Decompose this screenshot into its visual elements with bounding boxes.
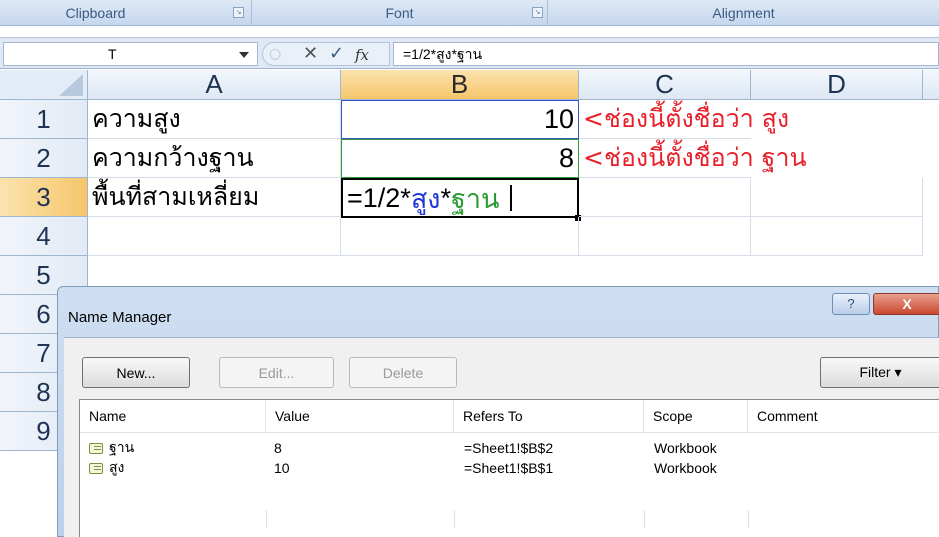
column-header-scope[interactable]: Scope (644, 400, 748, 432)
enter-entry-icon[interactable]: ✓ (329, 44, 344, 64)
column-header-value[interactable]: Value (266, 400, 454, 432)
cell-c4[interactable] (579, 217, 751, 256)
formula-bar-buttons: ○ ✕ ✓ fx (262, 42, 390, 66)
formula-operator: * (440, 182, 451, 213)
cancel-entry-icon[interactable]: ✕ (303, 44, 318, 64)
row-header-2[interactable]: 2 (0, 139, 88, 178)
row-header-3[interactable]: 3 (0, 178, 88, 217)
column-header-a[interactable]: A (88, 70, 341, 100)
value-cell: 10 (274, 460, 290, 476)
formula-prefix: =1/2* (347, 182, 411, 213)
edit-name-button[interactable]: Edit... (219, 357, 334, 388)
dialog-body: New... Edit... Delete Filter ▾ Name Valu… (64, 337, 939, 537)
cell-a3[interactable]: พื้นที่สามเหลี่ยม (88, 178, 341, 217)
column-header-b[interactable]: B (341, 70, 579, 100)
dialog-title: Name Manager (68, 309, 172, 326)
formula-bar: T ○ ✕ ✓ fx =1/2*สูง*ฐาน (0, 37, 939, 69)
column-header-d[interactable]: D (751, 70, 923, 100)
new-name-button[interactable]: New... (82, 357, 190, 388)
cell-a4[interactable] (88, 217, 341, 256)
column-header-name[interactable]: Name (80, 400, 266, 432)
ribbon-group-clipboard: Clipboard (0, 0, 252, 26)
filter-button[interactable]: Filter ▾ (820, 357, 939, 388)
font-group-label: Font (385, 5, 414, 21)
ribbon-group-alignment: Alignment (548, 0, 939, 26)
cell-d4[interactable] (751, 217, 923, 256)
refers-to-cell: =Sheet1!$B$2 (464, 440, 554, 456)
column-header-comment[interactable]: Comment (748, 400, 939, 432)
cell-c1-note[interactable]: <ช่องนี้ตั้งชื่อว่า สูง (579, 100, 789, 139)
column-header-c[interactable]: C (579, 70, 751, 100)
font-dialog-launcher-icon[interactable]: ↘ (532, 7, 543, 18)
cell-c3[interactable] (579, 178, 751, 217)
delete-name-button[interactable]: Delete (349, 357, 457, 388)
clipboard-group-label: Clipboard (65, 5, 126, 21)
value-cell: 8 (274, 440, 282, 456)
clipboard-dialog-launcher-icon[interactable]: ↘ (233, 7, 244, 18)
scope-cell: Workbook (654, 460, 717, 476)
insert-function-icon[interactable]: fx (355, 44, 369, 66)
name-box-dropdown-icon[interactable] (239, 52, 249, 58)
cell-b1[interactable]: 10 (341, 100, 579, 139)
refers-to-cell: =Sheet1!$B$1 (464, 460, 554, 476)
defined-name-icon (89, 462, 103, 474)
cell-a2[interactable]: ความกว้างฐาน (88, 139, 341, 178)
name-box[interactable]: T (3, 42, 258, 66)
name-manager-dialog: Name Manager ? X New... Edit... Delete F… (57, 286, 939, 537)
name-cell: สูง (89, 458, 124, 478)
ribbon-group-font: Font (252, 0, 548, 26)
text-caret (509, 185, 512, 211)
formula-bar-grip-icon: ○ (269, 46, 282, 62)
formula-ref-base: ฐาน (451, 183, 500, 214)
scope-cell: Workbook (654, 440, 717, 456)
cell-c2-note[interactable]: <ช่องนี้ตั้งชื่อว่า ฐาน (579, 139, 807, 178)
help-button[interactable]: ? (832, 293, 870, 315)
names-list[interactable]: Name Value Refers To Scope Comment ฐาน 8… (79, 399, 939, 537)
alignment-group-label: Alignment (712, 5, 775, 21)
close-button[interactable]: X (873, 293, 939, 315)
ribbon-group-labels: Clipboard ↘ Font ↘ Alignment (0, 0, 939, 26)
cell-b3-editing[interactable]: =1/2* สูง * ฐาน (341, 178, 579, 218)
formula-input[interactable]: =1/2*สูง*ฐาน (393, 42, 939, 66)
column-header-e[interactable] (923, 70, 939, 100)
cell-b4[interactable] (341, 217, 579, 256)
defined-name-icon (89, 442, 103, 454)
formula-ref-height: สูง (410, 183, 441, 214)
row-header-1[interactable]: 1 (0, 100, 88, 139)
cell-d3[interactable] (751, 178, 923, 217)
column-header-refers-to[interactable]: Refers To (454, 400, 644, 432)
select-all-corner[interactable] (0, 70, 88, 100)
row-header-4[interactable]: 4 (0, 217, 88, 256)
cell-b2[interactable]: 8 (341, 139, 579, 178)
name-cell: ฐาน (89, 438, 134, 458)
cell-a1[interactable]: ความสูง (88, 100, 341, 139)
